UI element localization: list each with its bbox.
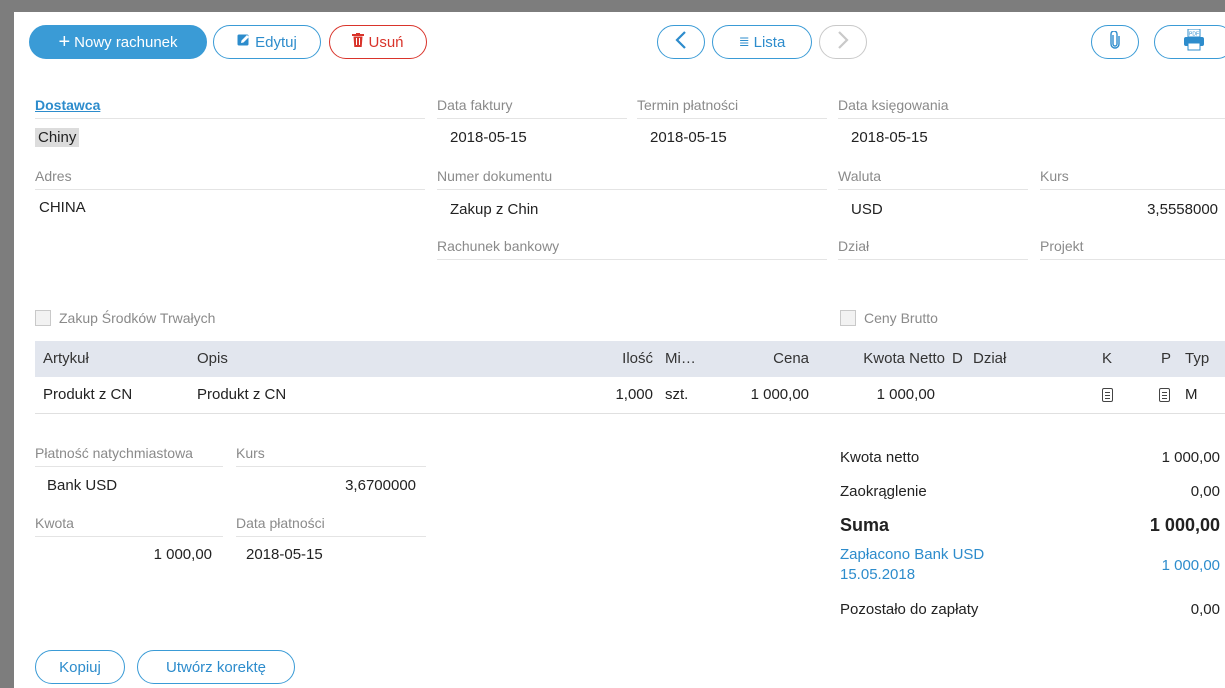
new-invoice-button[interactable]: + Nowy rachunek	[29, 25, 207, 59]
bank-account-label: Rachunek bankowy	[437, 238, 827, 260]
plus-icon: +	[58, 31, 71, 53]
col-description[interactable]: Opis	[197, 341, 228, 377]
paperclip-icon	[1110, 30, 1120, 53]
col-type[interactable]: Typ	[1185, 341, 1209, 377]
checkbox-box[interactable]	[840, 310, 856, 326]
col-item[interactable]: Artykuł	[43, 341, 89, 377]
list-button[interactable]: ≣ Lista	[712, 25, 812, 59]
supplier-link[interactable]: Dostawca	[35, 97, 100, 113]
remaining-value: 0,00	[1190, 601, 1220, 618]
chevron-left-icon	[675, 31, 687, 53]
paid-value[interactable]: 1 000,00	[1162, 557, 1220, 574]
paid-label-line1[interactable]: Zapłacono Bank USD	[840, 546, 984, 563]
cell-item[interactable]: Produkt z CN	[43, 377, 132, 413]
address-value[interactable]: CHINA	[39, 199, 86, 216]
pdf-print-icon: PDF	[1183, 28, 1205, 55]
edit-button[interactable]: Edytuj	[213, 25, 321, 59]
cell-price[interactable]: 1 000,00	[725, 377, 809, 413]
due-date-label: Termin płatności	[637, 97, 827, 119]
document-icon[interactable]	[1102, 388, 1113, 402]
cell-description[interactable]: Produkt z CN	[197, 377, 286, 413]
gross-prices-checkbox[interactable]: Ceny Brutto	[840, 310, 938, 326]
rounding-label: Zaokrąglenie	[840, 483, 927, 500]
payment-date-label: Data płatności	[236, 515, 426, 537]
posting-date-value[interactable]: 2018-05-15	[851, 129, 928, 146]
document-icon[interactable]	[1159, 388, 1170, 402]
supplier-label: Dostawca	[35, 97, 425, 119]
col-unit[interactable]: Mi…	[665, 341, 696, 377]
invoice-date-label: Data faktury	[437, 97, 627, 119]
payment-amount-value[interactable]: 1 000,00	[154, 546, 212, 563]
net-amount-label: Kwota netto	[840, 449, 920, 466]
col-department[interactable]: Dział	[973, 341, 1006, 377]
summary-paid: Zapłacono Bank USD 15.05.2018 1 000,00	[840, 545, 1220, 587]
remaining-label: Pozostało do zapłaty	[840, 601, 979, 618]
list-icon: ≣	[738, 34, 750, 49]
payment-rate-label: Kurs	[236, 445, 426, 467]
cell-quantity[interactable]: 1,000	[595, 377, 653, 413]
paid-label-line2[interactable]: 15.05.2018	[840, 566, 915, 583]
invoice-date-value[interactable]: 2018-05-15	[450, 129, 527, 146]
project-label: Projekt	[1040, 238, 1225, 260]
payment-amount-label: Kwota	[35, 515, 223, 537]
attachment-button[interactable]	[1091, 25, 1139, 59]
col-p[interactable]: P	[1161, 341, 1171, 377]
pdf-button[interactable]: PDF	[1154, 25, 1225, 59]
address-label: Adres	[35, 168, 425, 190]
summary-net: Kwota netto 1 000,00	[840, 449, 1220, 469]
rounding-value: 0,00	[1190, 483, 1220, 500]
copy-button[interactable]: Kopiuj	[35, 650, 125, 684]
items-table-header: Artykuł Opis Ilość Mi… Cena Kwota Netto …	[35, 341, 1225, 377]
paid-label[interactable]: Zapłacono Bank USD 15.05.2018	[840, 545, 984, 585]
chevron-right-icon	[837, 31, 849, 53]
delete-button[interactable]: Usuń	[329, 25, 427, 59]
total-value: 1 000,00	[1149, 515, 1220, 535]
checkbox-box[interactable]	[35, 310, 51, 326]
summary-rounding: Zaokrąglenie 0,00	[840, 483, 1220, 503]
col-quantity[interactable]: Ilość	[595, 341, 653, 377]
create-correction-button[interactable]: Utwórz korektę	[137, 650, 295, 684]
summary-remaining: Pozostało do zapłaty 0,00	[840, 601, 1220, 621]
document-number-label: Numer dokumentu	[437, 168, 827, 190]
svg-text:PDF: PDF	[1189, 32, 1199, 38]
payment-date-value[interactable]: 2018-05-15	[246, 546, 323, 563]
net-amount-value: 1 000,00	[1161, 449, 1220, 466]
department-label: Dział	[838, 238, 1028, 260]
currency-label: Waluta	[838, 168, 1028, 190]
fixed-assets-checkbox[interactable]: Zakup Środków Trwałych	[35, 310, 215, 326]
cell-unit[interactable]: szt.	[665, 377, 688, 413]
total-label: Suma	[840, 515, 890, 535]
document-number-value[interactable]: Zakup z Chin	[450, 201, 538, 218]
supplier-value[interactable]: Chiny	[35, 128, 80, 147]
col-k[interactable]: K	[1102, 341, 1112, 377]
previous-button[interactable]	[657, 25, 705, 59]
invoice-window: + Nowy rachunek Edytuj Usuń ≣ Lista PDF	[14, 12, 1225, 688]
payment-account-value[interactable]: Bank USD	[47, 477, 117, 494]
currency-value[interactable]: USD	[851, 201, 883, 218]
edit-icon	[237, 33, 251, 51]
immediate-payment-label: Płatność natychmiastowa	[35, 445, 223, 467]
due-date-value[interactable]: 2018-05-15	[650, 129, 727, 146]
col-d[interactable]: D	[952, 341, 963, 377]
cell-type[interactable]: M	[1185, 377, 1198, 413]
next-button[interactable]	[819, 25, 867, 59]
posting-date-label: Data księgowania	[838, 97, 1225, 119]
summary-total: Suma 1 000,00	[840, 515, 1220, 539]
rate-label: Kurs	[1040, 168, 1225, 190]
cell-net-amount[interactable]: 1 000,00	[825, 377, 935, 413]
col-price[interactable]: Cena	[725, 341, 809, 377]
rate-value[interactable]: 3,5558000	[1147, 201, 1218, 218]
payment-rate-value[interactable]: 3,6700000	[345, 477, 416, 494]
col-net-amount[interactable]: Kwota Netto	[825, 341, 945, 377]
table-row[interactable]: Produkt z CN Produkt z CN 1,000 szt. 1 0…	[35, 377, 1225, 414]
trash-icon	[352, 33, 365, 51]
